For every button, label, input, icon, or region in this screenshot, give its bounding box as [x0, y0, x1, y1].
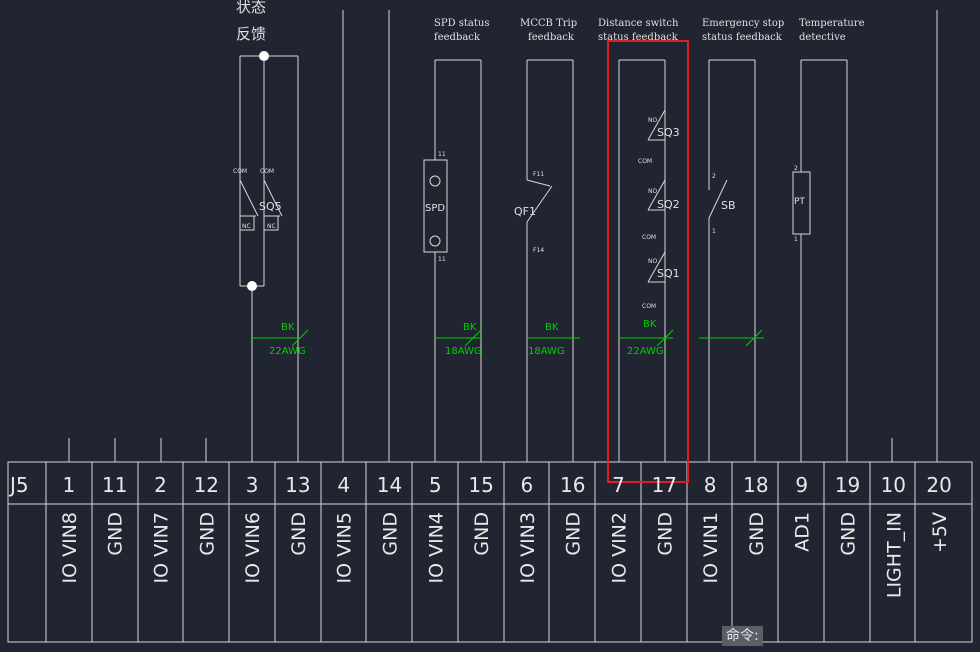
- pin-signal-label: IO VIN6: [242, 512, 264, 584]
- pin-number: 15: [468, 473, 493, 497]
- pin-number: 17: [652, 473, 677, 497]
- pin-number: 11: [102, 473, 127, 497]
- pin-signal-label: IO VIN5: [334, 512, 356, 584]
- pin-number: 8: [704, 473, 717, 497]
- pin-signal-label: IO VIN1: [700, 512, 722, 584]
- pin-signal-label: IO VIN2: [609, 512, 631, 584]
- pin-number: 10: [881, 473, 906, 497]
- pin-signal-label: +5V: [929, 512, 951, 553]
- pin-number: 19: [835, 473, 860, 497]
- pin-number: 12: [194, 473, 219, 497]
- sq2-no: NO: [648, 188, 657, 195]
- sq5-nc-left: NC: [242, 223, 251, 230]
- temp-header-1: Temperature: [799, 18, 865, 29]
- sb-pin-top: 2: [712, 173, 716, 180]
- wire-color-label: BK: [281, 322, 295, 333]
- pin-signal-label: IO VIN3: [517, 512, 539, 584]
- pin-number: 16: [560, 473, 585, 497]
- spd-label: SPD: [425, 203, 445, 214]
- sq2-label: SQ2: [657, 198, 680, 211]
- command-prompt[interactable]: 命令:: [722, 626, 763, 646]
- pt-pin-bottom: 1: [794, 236, 798, 243]
- wire-gauge-label: 18AWG: [528, 346, 565, 357]
- estop-header-2: status feedback: [702, 32, 783, 43]
- pin-signal-label: IO VIN4: [425, 512, 447, 584]
- sq3-label: SQ3: [657, 126, 680, 139]
- pt-pin-top: 2: [794, 165, 798, 172]
- pin-number: 20: [926, 473, 951, 497]
- pin-signal-label: GND: [746, 512, 768, 556]
- pin-number: 3: [246, 473, 259, 497]
- sq2-com: COM: [642, 234, 656, 241]
- pin-number: 18: [743, 473, 768, 497]
- distance-header-1: Distance switch: [598, 18, 679, 29]
- pt-label: PT: [794, 197, 805, 207]
- pin-signal-label: GND: [654, 512, 676, 556]
- sq1-no: NO: [648, 258, 657, 265]
- pin-signal-label: GND: [105, 512, 127, 556]
- pin-number: 14: [377, 473, 402, 497]
- pin-signal-label: GND: [288, 512, 310, 556]
- sb-label: SB: [721, 199, 736, 212]
- spd-pin-top: 11: [438, 151, 446, 158]
- pin-number: 6: [521, 473, 534, 497]
- sq1-com: COM: [642, 303, 656, 310]
- pin-signal-label: AD1: [792, 512, 814, 552]
- distance-header-2: status feedback: [598, 32, 679, 43]
- pin-number: 4: [337, 473, 350, 497]
- pin-signal-label: GND: [196, 512, 218, 556]
- wire-color-label: BK: [545, 322, 559, 333]
- pin-signal-label: GND: [471, 512, 493, 556]
- pin-number: 13: [285, 473, 310, 497]
- pin-number: 1: [63, 473, 76, 497]
- pin-number: 5: [429, 473, 442, 497]
- pin-signal-label: GND: [838, 512, 860, 556]
- wire-color-label: BK: [463, 322, 477, 333]
- sq1-label: SQ1: [657, 267, 680, 280]
- pin-number: 9: [795, 473, 808, 497]
- temp-header-2: detective: [799, 32, 846, 43]
- status-cn-1: 状态: [236, 0, 266, 16]
- mccb-header-1: MCCB Trip: [520, 18, 577, 29]
- pin-signal-label: IO VIN8: [59, 512, 81, 584]
- sq5-nc-right: NC: [267, 223, 276, 230]
- mccb-header-2: feedback: [528, 32, 575, 43]
- pin-signal-label: GND: [380, 512, 402, 556]
- wire-gauge-label: 18AWG: [445, 346, 482, 357]
- sq5-com-right: COM: [260, 168, 274, 175]
- wire-color-label: BK: [643, 319, 657, 330]
- pin-signal-label: IO VIN7: [151, 512, 173, 584]
- sb-pin-bottom: 1: [712, 228, 716, 235]
- estop-header-1: Emergency stop: [702, 18, 784, 29]
- sq3-no: NO: [648, 117, 657, 124]
- pin-signal-label: LIGHT_IN: [883, 512, 905, 598]
- spd-header-1: SPD status: [434, 18, 489, 29]
- pin-number: 2: [154, 473, 167, 497]
- connector-id: J5: [8, 473, 29, 497]
- wire-gauge-label: 22AWG: [269, 346, 306, 357]
- qf1-pin-bottom: F14: [533, 247, 544, 254]
- sq5-com-left: COM: [233, 168, 247, 175]
- qf1-label: QF1: [514, 205, 536, 218]
- sq5-label: SQ5: [259, 200, 282, 213]
- spd-header-2: feedback: [434, 32, 481, 43]
- pin-signal-label: GND: [563, 512, 585, 556]
- status-cn-2: 反馈: [236, 25, 266, 43]
- pin-number: 7: [612, 473, 625, 497]
- wire-gauge-label: 22AWG: [627, 346, 664, 357]
- spd-pin-bottom: 11: [438, 256, 446, 263]
- schematic-canvas[interactable]: 状态 反馈 SPD status feedback MCCB Trip feed…: [0, 0, 980, 652]
- qf1-pin-top: F11: [533, 171, 544, 178]
- sq3-com: COM: [638, 158, 652, 165]
